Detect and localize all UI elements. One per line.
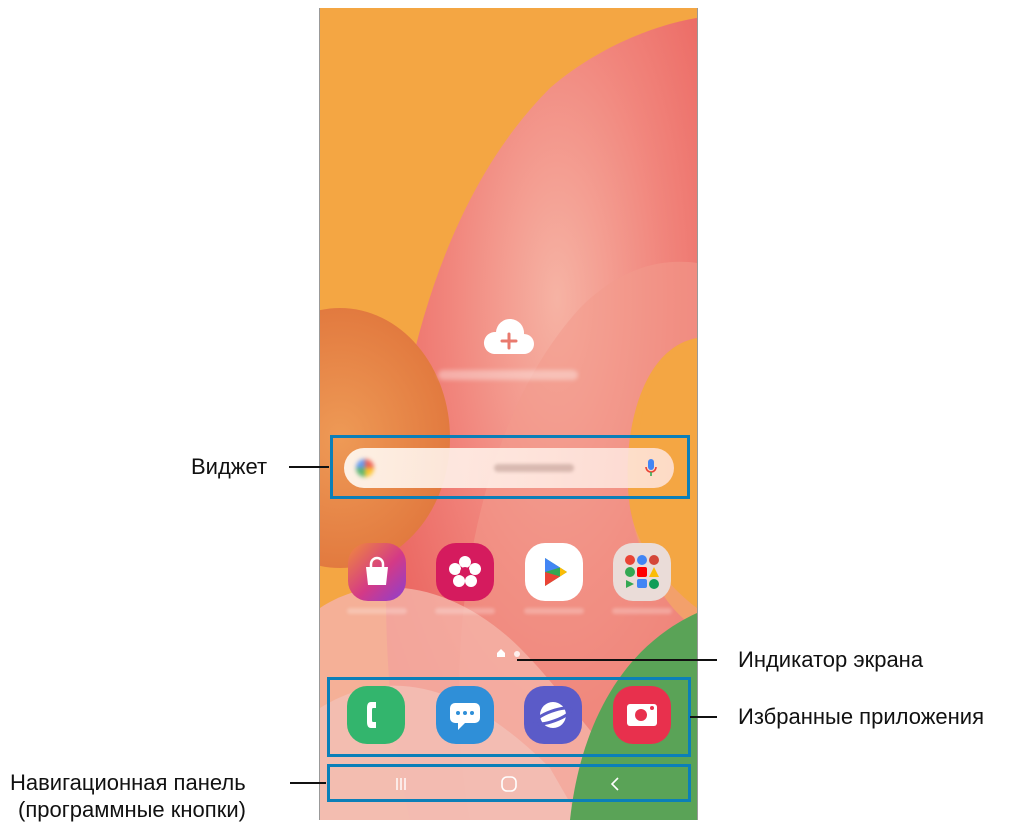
page-dot[interactable] <box>514 651 520 657</box>
app-label <box>524 608 584 614</box>
cloud-plus-icon[interactable] <box>482 318 534 358</box>
galaxy-store-app[interactable] <box>348 543 406 601</box>
gallery-app[interactable] <box>436 543 494 601</box>
widget-highlight-box <box>330 435 690 499</box>
favorite-apps-callout-label: Избранные приложения <box>738 704 984 729</box>
app-label <box>612 608 672 614</box>
navigation-bar-highlight-box <box>327 764 691 802</box>
flower-icon <box>449 556 481 587</box>
phone-home-screen <box>319 8 698 820</box>
add-account-caption <box>438 370 578 380</box>
app-label <box>435 608 495 614</box>
page-indicator-callout-line <box>517 659 717 661</box>
page-indicator-callout-label: Индикатор экрана <box>738 647 924 672</box>
play-triangle-icon <box>545 558 567 586</box>
navigation-bar-callout-line <box>290 782 326 784</box>
widget-callout-label: Виджет <box>191 454 268 479</box>
shopping-bag-icon <box>366 556 388 585</box>
favorite-apps-callout-line <box>690 716 717 718</box>
google-folder-app[interactable] <box>613 543 671 601</box>
navigation-bar-callout-label-line1: Навигационная панель <box>10 770 246 795</box>
widget-callout-line <box>289 466 329 468</box>
navigation-bar-callout-label-line2: (программные кнопки) <box>18 797 246 822</box>
play-store-app[interactable] <box>525 543 583 601</box>
favorite-apps-highlight-box <box>327 677 691 757</box>
app-label <box>347 608 407 614</box>
folder-grid-icon <box>625 555 659 589</box>
home-page-dot-icon <box>497 649 505 657</box>
